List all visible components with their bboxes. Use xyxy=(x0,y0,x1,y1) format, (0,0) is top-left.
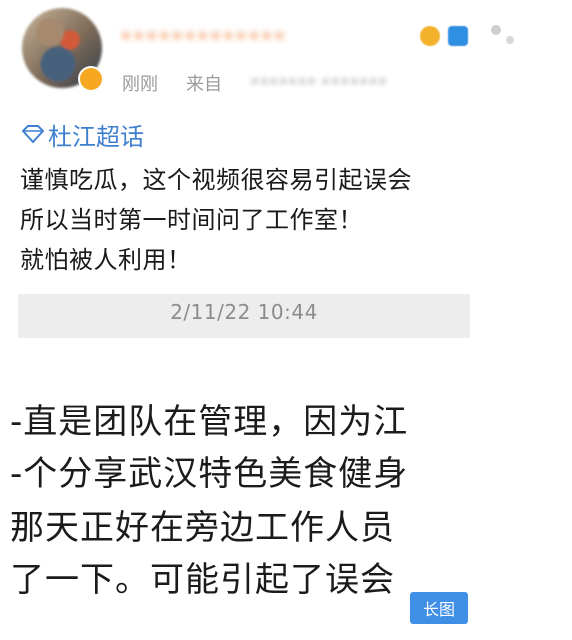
chat-message-line: -个分享武汉特色美食健身 xyxy=(10,454,409,494)
username[interactable]: ••••••••••••• xyxy=(120,24,420,50)
post-time: 刚刚 xyxy=(122,74,158,95)
member-badge-icon xyxy=(420,26,440,46)
chat-timestamp: 2/11/22 10:44 xyxy=(170,300,318,324)
weibo-post: ••••••••••••• 刚刚 来自 ••••••• ••••••• 杜江超话… xyxy=(0,0,572,640)
super-topic-link[interactable]: 杜江超话 xyxy=(20,118,144,151)
verified-badge-icon xyxy=(448,26,468,46)
post-source: ••••••• ••••••• xyxy=(250,72,388,91)
attached-image[interactable]: 2/11/22 10:44 -直是团队在管理，因为江 -个分享武汉特色美食健身 … xyxy=(10,294,470,634)
post-text-line: 所以当时第一时间问了工作室！ xyxy=(20,206,363,234)
post-source-label: 来自 xyxy=(186,74,222,95)
super-topic-icon xyxy=(20,123,46,145)
vip-badge-icon xyxy=(78,66,104,92)
more-options-icon[interactable] xyxy=(482,20,522,52)
chat-timestamp-bar: 2/11/22 10:44 xyxy=(18,294,470,338)
chat-message-line: 那天正好在旁边工作人员 xyxy=(10,508,395,548)
post-text-line: 谨慎吃瓜，这个视频很容易引起误会 xyxy=(20,166,412,194)
chat-message-line: 了一下。可能引起了误会 xyxy=(10,560,395,600)
post-text-line: 就怕被人利用！ xyxy=(20,246,192,274)
chat-message-line: -直是团队在管理，因为江 xyxy=(10,402,409,442)
long-image-badge: 长图 xyxy=(410,592,468,624)
super-topic-label: 杜江超话 xyxy=(48,122,144,151)
